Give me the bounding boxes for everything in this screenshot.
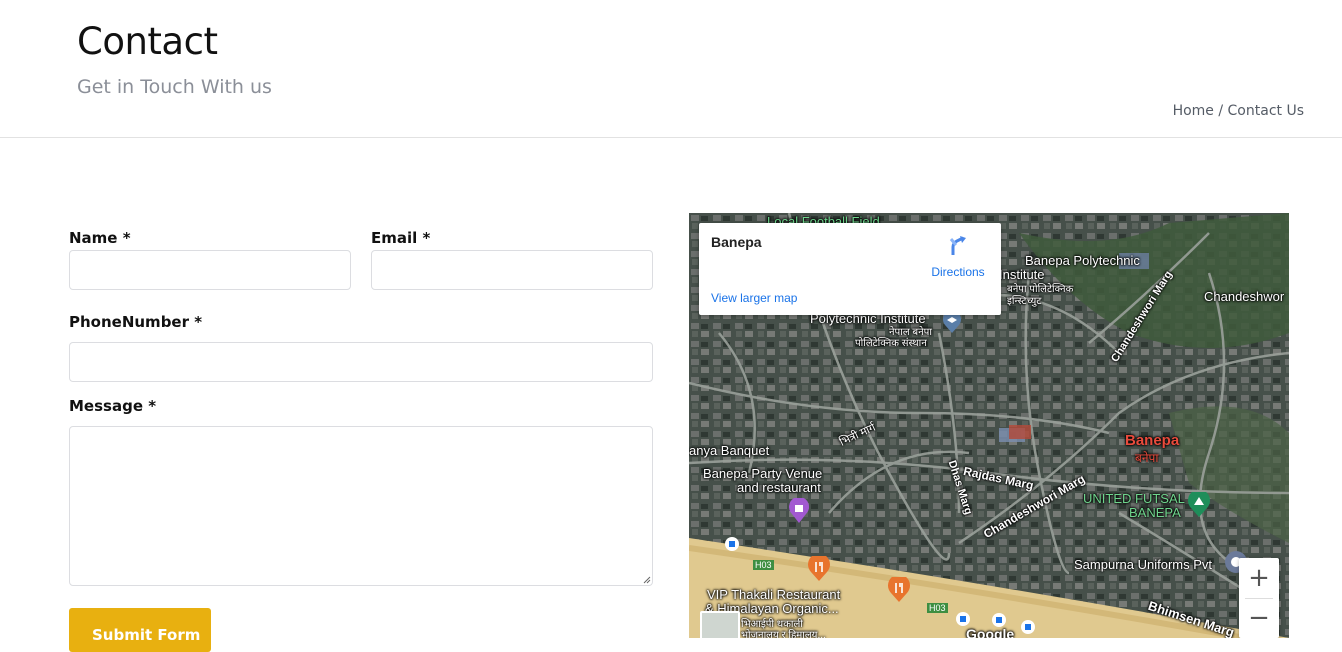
phone-label: PhoneNumber * (69, 313, 203, 331)
zoom-in-button[interactable]: + (1239, 558, 1279, 598)
email-input[interactable] (371, 250, 653, 290)
directions-icon (949, 236, 966, 255)
map-label-uniforms: Sampurna Uniforms Pvt (1074, 557, 1212, 572)
restaurant-pin-icon[interactable] (807, 556, 831, 582)
map-embed[interactable]: Local Football Field Banepa Polytechnic … (689, 213, 1289, 638)
restaurant-pin-icon[interactable] (887, 577, 911, 603)
park-pin-icon[interactable] (1187, 492, 1211, 518)
map-label-thakali-np-2: भोजनालय र हिमालय... (741, 630, 826, 638)
map-label-party-venue: Banepa Party Venue (703, 466, 823, 481)
directions-button[interactable]: Directions (923, 235, 993, 279)
breadcrumb-current: Contact Us (1227, 103, 1304, 119)
name-label: Name * (69, 229, 131, 247)
message-wrapper (69, 426, 653, 586)
map-label-futsal-2: BANEPA (1129, 505, 1181, 520)
resize-handle-icon[interactable] (643, 576, 651, 584)
map-label-thakali: VIP Thakali Restaurant (707, 587, 841, 602)
place-info-card: Banepa Directions View larger map (699, 223, 1001, 315)
map-label-polytech-2: Institute (999, 267, 1045, 282)
map-type-toggle[interactable] (700, 611, 740, 638)
name-input[interactable] (69, 250, 351, 290)
breadcrumb: Home / Contact Us (1173, 103, 1304, 119)
map-label-futsal: UNITED FUTSAL (1083, 491, 1185, 506)
view-larger-map-link[interactable]: View larger map (711, 291, 797, 305)
highway-shield-h03-b: H03 (927, 603, 948, 613)
page-header: Contact Get in Touch With us Home / Cont… (0, 0, 1342, 138)
map-label-party-venue-2: and restaurant (737, 480, 821, 495)
zoom-out-button[interactable]: − (1239, 598, 1279, 638)
phone-input[interactable] (69, 342, 653, 382)
email-label: Email * (371, 229, 431, 247)
map-label-banquet: anya Banquet (689, 443, 770, 458)
bus-stop-icon (725, 537, 739, 551)
page-subtitle: Get in Touch With us (77, 76, 272, 98)
breadcrumb-home-link[interactable]: Home (1173, 103, 1214, 119)
directions-label: Directions (931, 265, 985, 279)
bus-stop-icon (956, 612, 970, 626)
venue-pin-icon[interactable] (788, 498, 810, 524)
google-logo: Google (966, 626, 1015, 638)
bus-stop-icon (992, 613, 1006, 627)
breadcrumb-separator: / (1213, 103, 1228, 119)
map-label-polytech-np-2: इन्स्टिच्युट (1007, 296, 1042, 307)
zoom-controls: + − (1239, 558, 1279, 638)
map-label-chandeshwor: Chandeshwor (1204, 289, 1285, 304)
place-title: Banepa (711, 234, 762, 250)
map-label-polytech-inst-np-2: पोलिटेक्निक संस्थान (855, 338, 927, 349)
map-label-polytech: Banepa Polytechnic (1025, 253, 1140, 268)
message-label: Message * (69, 397, 157, 415)
highway-shield-h03-a: H03 (753, 560, 774, 570)
message-textarea[interactable] (69, 426, 653, 586)
map-label-banepa-np: बनेपा (1135, 451, 1159, 465)
submit-button[interactable]: Submit Form (69, 608, 211, 652)
bus-stop-icon (1021, 620, 1035, 634)
page-title: Contact (77, 20, 218, 63)
map-label-banepa: Banepa (1125, 432, 1180, 449)
